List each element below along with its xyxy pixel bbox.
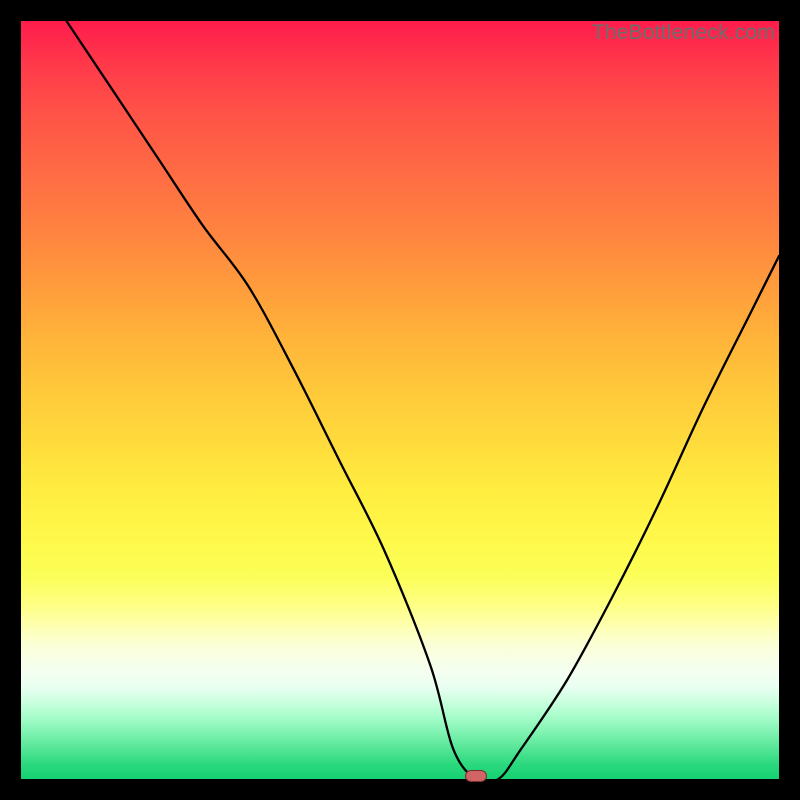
bottleneck-curve — [21, 21, 779, 779]
optimal-marker — [465, 770, 487, 782]
plot-area: TheBottleneck.com — [21, 21, 779, 779]
chart-frame: TheBottleneck.com — [0, 0, 800, 800]
